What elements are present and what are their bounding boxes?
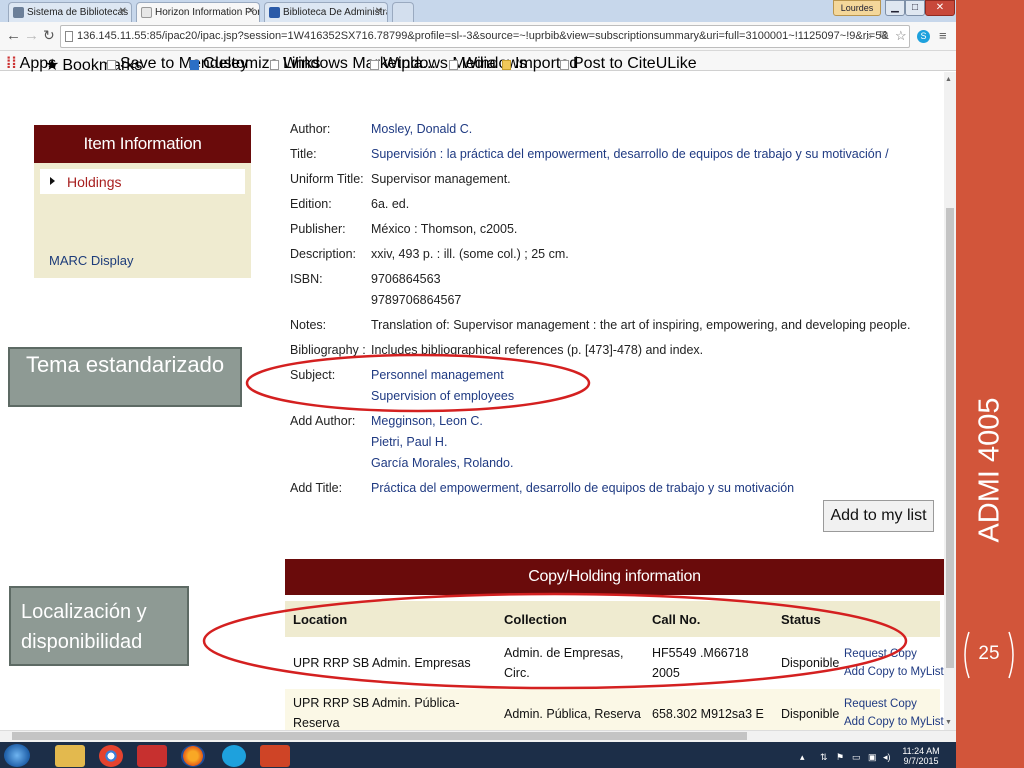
- chrome-icon[interactable]: [99, 745, 123, 767]
- clock-date: 9/7/2015: [903, 756, 939, 766]
- show-hidden-icons[interactable]: ▴: [800, 752, 805, 763]
- display-icon[interactable]: ▣: [868, 752, 877, 763]
- slide-number-text: 25: [978, 643, 1000, 664]
- powerpoint-icon[interactable]: [260, 745, 290, 767]
- course-code: ADMI 4005: [956, 370, 1024, 570]
- volume-icon[interactable]: ◂): [883, 752, 891, 763]
- power-icon[interactable]: ▭: [852, 752, 861, 763]
- skype-taskbar-icon[interactable]: [222, 745, 246, 767]
- system-clock[interactable]: 11:24 AM 9/7/2015: [896, 746, 946, 766]
- subject-highlight-ellipse: [245, 353, 591, 413]
- course-code-text: ADMI 4005: [973, 397, 1006, 543]
- clock-time: 11:24 AM: [902, 746, 940, 756]
- file-explorer-icon[interactable]: [55, 745, 85, 767]
- tema-estandarizado-callout: Tema estandarizado: [8, 347, 242, 407]
- localizacion-callout: Localización y disponibilidad: [9, 586, 189, 666]
- action-center-flag-icon[interactable]: ⚑: [836, 752, 844, 763]
- holding-highlight-ellipse: [202, 592, 908, 690]
- slide-number: 25: [959, 630, 1019, 680]
- firefox-icon[interactable]: [181, 745, 205, 767]
- mendeley-icon[interactable]: [137, 745, 167, 767]
- start-button-icon[interactable]: [4, 744, 30, 767]
- network-icon[interactable]: ⇅: [820, 752, 828, 763]
